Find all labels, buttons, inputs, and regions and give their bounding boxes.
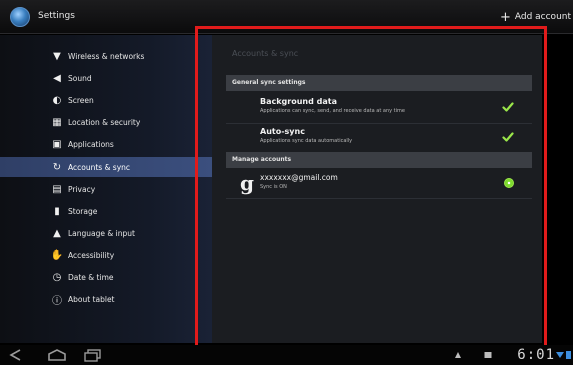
sidebar-item-label: Accounts & sync bbox=[68, 162, 131, 172]
plus-icon: + bbox=[499, 10, 511, 25]
clock: 6:01 bbox=[517, 347, 555, 363]
speaker-icon: ◀ bbox=[53, 72, 61, 84]
battery-icon bbox=[566, 351, 571, 359]
sidebar-item-label: Location & security bbox=[68, 117, 141, 127]
highlight-frame bbox=[195, 26, 547, 349]
add-account-button[interactable]: + Add account bbox=[500, 10, 571, 25]
privacy-icon: ▤ bbox=[52, 183, 62, 195]
add-account-label: Add account bbox=[514, 12, 571, 22]
info-icon: ⓘ bbox=[52, 295, 62, 307]
sidebar-item-wireless-networks[interactable]: ▼ Wireless & networks bbox=[0, 46, 212, 66]
grid-lock-icon: ▦ bbox=[52, 116, 62, 128]
applications-icon: ▣ bbox=[52, 138, 62, 150]
sidebar-item-label: Storage bbox=[68, 206, 98, 216]
sidebar-item-screen[interactable]: ◐ Screen bbox=[0, 90, 212, 110]
sidebar-item-label: Privacy bbox=[68, 184, 96, 194]
settings-sidebar: ▼ Wireless & networks ◀ Sound ◐ Screen ▦… bbox=[0, 35, 212, 343]
sidebar-item-label: Screen bbox=[68, 95, 94, 105]
accessibility-icon: ✋ bbox=[50, 249, 64, 261]
sync-icon: ↻ bbox=[52, 161, 62, 173]
language-icon: ▲ bbox=[53, 227, 61, 239]
sidebar-item-applications[interactable]: ▣ Applications bbox=[0, 134, 212, 154]
sidebar-item-label: Accessibility bbox=[68, 250, 115, 260]
sidebar-item-privacy[interactable]: ▤ Privacy bbox=[0, 179, 212, 199]
back-icon[interactable] bbox=[6, 348, 28, 362]
sidebar-item-label: Date & time bbox=[68, 272, 114, 282]
sidebar-item-label: Applications bbox=[68, 139, 114, 149]
sidebar-item-storage[interactable]: ▮ Storage bbox=[0, 201, 212, 221]
app-title: Settings bbox=[38, 11, 75, 21]
sidebar-item-about-tablet[interactable]: ⓘ About tablet bbox=[0, 289, 212, 309]
sidebar-item-label: Sound bbox=[68, 73, 92, 83]
sidebar-item-location-security[interactable]: ▦ Location & security bbox=[0, 112, 212, 132]
sidebar-item-language-input[interactable]: ▲ Language & input bbox=[0, 223, 212, 243]
brightness-icon: ◐ bbox=[52, 94, 62, 106]
sidebar-item-accounts-sync[interactable]: ↻ Accounts & sync bbox=[0, 157, 212, 177]
sidebar-item-label: Language & input bbox=[68, 228, 135, 238]
clock-icon: ◷ bbox=[52, 271, 62, 283]
home-icon[interactable] bbox=[46, 348, 68, 362]
wifi-signal-icon bbox=[556, 352, 564, 358]
screenshot-notification-icon[interactable] bbox=[484, 351, 492, 359]
notification-icon[interactable] bbox=[454, 351, 462, 359]
sidebar-item-date-time[interactable]: ◷ Date & time bbox=[0, 267, 212, 287]
storage-icon: ▮ bbox=[54, 205, 60, 217]
sidebar-item-label: Wireless & networks bbox=[68, 51, 145, 61]
sidebar-item-accessibility[interactable]: ✋ Accessibility bbox=[0, 245, 212, 265]
sidebar-item-label: About tablet bbox=[68, 294, 115, 304]
wifi-icon: ▼ bbox=[53, 50, 61, 62]
recent-apps-icon[interactable] bbox=[82, 348, 104, 362]
system-bar: 6:01 bbox=[0, 345, 573, 365]
sidebar-item-sound[interactable]: ◀ Sound bbox=[0, 68, 212, 88]
settings-app-icon[interactable] bbox=[10, 7, 30, 27]
